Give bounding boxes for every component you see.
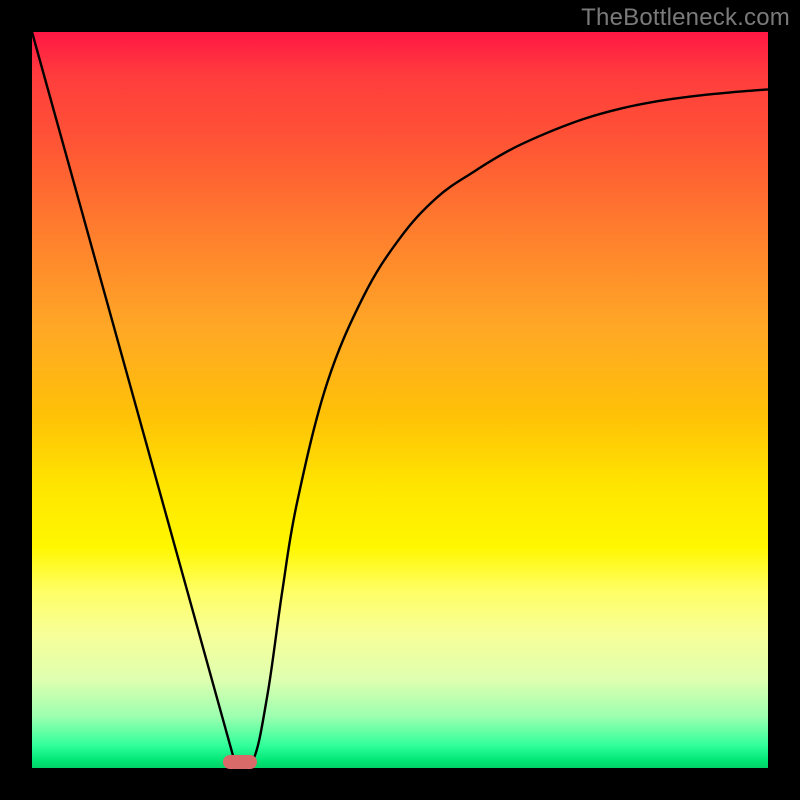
chart-frame: TheBottleneck.com [0,0,800,800]
optimal-point-marker [223,755,257,769]
plot-area [32,32,768,768]
watermark-text: TheBottleneck.com [581,4,790,32]
bottleneck-curve [32,32,768,768]
